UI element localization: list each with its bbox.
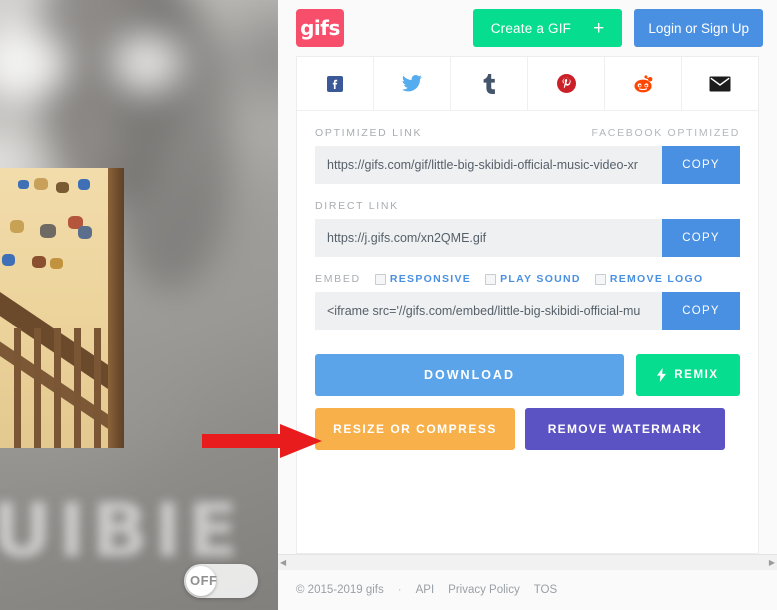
login-signup-button[interactable]: Login or Sign Up <box>634 9 763 47</box>
share-reddit-button[interactable] <box>605 57 682 110</box>
reddit-icon <box>634 74 653 92</box>
optimized-link-input[interactable]: https://gifs.com/gif/little-big-skibidi-… <box>315 146 662 184</box>
sound-toggle[interactable]: OFF <box>184 564 258 598</box>
thumbnail-speck <box>34 178 48 190</box>
direct-link-header: DIRECT LINK <box>315 200 740 212</box>
direct-link-label: DIRECT LINK <box>315 200 399 212</box>
copy-embed-code-button[interactable]: COPY <box>662 292 740 330</box>
create-a-gif-button[interactable]: Create a GIF + <box>472 9 623 47</box>
remix-label: REMIX <box>674 369 719 381</box>
remix-button[interactable]: REMIX <box>636 354 740 396</box>
card-filler <box>297 450 758 553</box>
embed-code-input[interactable]: <iframe src='//gifs.com/embed/little-big… <box>315 292 662 330</box>
gif-preview-panel[interactable]: UIBIE OFF <box>0 0 278 610</box>
embed-option-remove-logo[interactable]: REMOVE LOGO <box>594 273 704 285</box>
thumbnail-speck <box>2 254 15 266</box>
email-icon <box>709 76 731 91</box>
thumbnail-baluster <box>74 328 81 448</box>
share-facebook-button[interactable] <box>297 57 374 110</box>
copy-direct-link-button[interactable]: COPY <box>662 219 740 257</box>
share-panel: gifs Create a GIF + Login or Sign Up OPT… <box>278 0 777 610</box>
direct-link-row: https://j.gifs.com/xn2QME.gif COPY <box>315 219 740 257</box>
optimized-link-label: OPTIMIZED LINK <box>315 127 423 139</box>
embed-option-play-sound[interactable]: PLAY SOUND <box>485 273 581 285</box>
thumbnail-baluster <box>34 328 41 448</box>
horizontal-scrollbar[interactable]: ◀ ▶ <box>278 554 777 570</box>
app-root: UIBIE OFF gifs Create a GIF + Login or S… <box>0 0 777 610</box>
checkbox-icon[interactable] <box>485 273 497 285</box>
action-buttons: DOWNLOAD REMIX RESIZE OR COMPRESS REMOVE… <box>297 346 758 450</box>
footer: © 2015-2019 gifs · API Privacy Policy TO… <box>278 570 777 610</box>
copy-optimized-link-button[interactable]: COPY <box>662 146 740 184</box>
primary-action-row: DOWNLOAD REMIX <box>315 354 740 396</box>
preview-inset-thumbnail <box>0 168 124 448</box>
scroll-right-arrow-icon[interactable]: ▶ <box>769 558 775 567</box>
secondary-action-row: RESIZE OR COMPRESS REMOVE WATERMARK <box>315 408 740 450</box>
gifs-logo[interactable]: gifs <box>296 9 344 47</box>
thumbnail-speck <box>32 256 46 268</box>
pinterest-icon <box>556 74 576 93</box>
optimized-link-row: https://gifs.com/gif/little-big-skibidi-… <box>315 146 740 184</box>
facebook-optimized-badge: FACEBOOK OPTIMIZED <box>591 127 740 139</box>
embed-code-row: <iframe src='//gifs.com/embed/little-big… <box>315 292 740 330</box>
top-bar: gifs Create a GIF + Login or Sign Up <box>278 0 777 56</box>
plus-icon: + <box>593 17 605 39</box>
remove-watermark-button[interactable]: REMOVE WATERMARK <box>525 408 725 450</box>
thumbnail-speck <box>50 258 63 269</box>
embed-option-remove-logo-label: REMOVE LOGO <box>609 273 704 285</box>
footer-link-privacy-policy[interactable]: Privacy Policy <box>448 584 520 596</box>
thumbnail-baluster <box>54 328 61 448</box>
download-button[interactable]: DOWNLOAD <box>315 354 624 396</box>
create-a-gif-label: Create a GIF <box>490 20 572 36</box>
thumbnail-baluster <box>94 328 101 448</box>
gif-caption-overlay: UIBIE <box>0 488 245 574</box>
thumbnail-speck <box>78 226 92 239</box>
scrollbar-thumb[interactable] <box>289 557 766 568</box>
embed-option-responsive[interactable]: RESPONSIVE <box>374 273 472 285</box>
preview-highlight-right <box>112 32 182 94</box>
social-share-row <box>297 57 758 111</box>
checkbox-icon[interactable] <box>594 273 606 285</box>
footer-link-tos[interactable]: TOS <box>534 584 557 596</box>
thumbnail-speck <box>56 182 69 193</box>
scroll-left-arrow-icon[interactable]: ◀ <box>280 558 286 567</box>
thumbnail-speck <box>40 224 56 238</box>
thumbnail-speck <box>78 179 90 190</box>
footer-separator: · <box>397 584 402 596</box>
share-tumblr-button[interactable] <box>451 57 528 110</box>
embed-option-play-sound-label: PLAY SOUND <box>500 273 581 285</box>
share-twitter-button[interactable] <box>374 57 451 110</box>
tumblr-icon <box>483 73 495 94</box>
checkbox-icon[interactable] <box>374 273 386 285</box>
thumbnail-speck <box>18 180 29 189</box>
share-pinterest-button[interactable] <box>528 57 605 110</box>
share-email-button[interactable] <box>682 57 758 110</box>
thumbnail-baluster <box>14 328 21 448</box>
resize-or-compress-button[interactable]: RESIZE OR COMPRESS <box>315 408 515 450</box>
embed-header: EMBED RESPONSIVE PLAY SOUND REMOVE LOGO <box>315 273 740 285</box>
embed-option-responsive-label: RESPONSIVE <box>389 273 472 285</box>
thumbnail-wall-edge <box>108 168 124 448</box>
copyright-text: © 2015-2019 gifs <box>296 584 384 596</box>
sound-toggle-label: OFF <box>190 573 218 588</box>
optimized-link-header: OPTIMIZED LINK FACEBOOK OPTIMIZED <box>315 127 740 139</box>
twitter-icon <box>402 75 422 92</box>
thumbnail-speck <box>10 220 24 233</box>
share-card-body: OPTIMIZED LINK FACEBOOK OPTIMIZED https:… <box>297 111 758 346</box>
lightning-bolt-icon <box>657 368 667 382</box>
share-card: OPTIMIZED LINK FACEBOOK OPTIMIZED https:… <box>296 56 759 554</box>
facebook-icon <box>327 75 343 92</box>
direct-link-input[interactable]: https://j.gifs.com/xn2QME.gif <box>315 219 662 257</box>
embed-label: EMBED <box>315 273 361 285</box>
footer-link-api[interactable]: API <box>416 584 435 596</box>
